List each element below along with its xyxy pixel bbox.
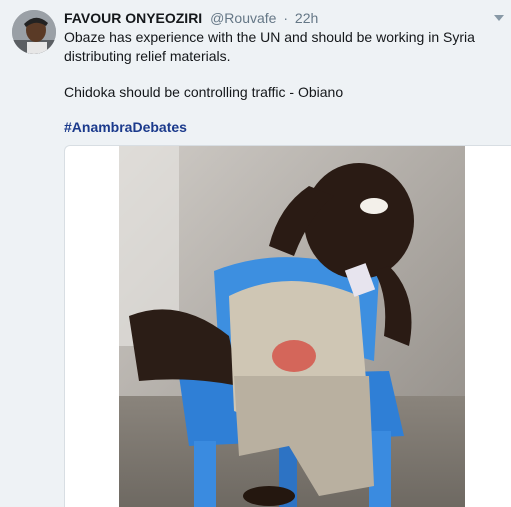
- tweet-photo[interactable]: [119, 146, 465, 507]
- tweet-text-line1: Obaze has experience with the UN and sho…: [64, 29, 475, 64]
- tweet-text-line2: Chidoka should be controlling traffic - …: [64, 84, 344, 100]
- chevron-down-icon[interactable]: [494, 15, 504, 21]
- tweet-card[interactable]: FAVOUR ONYEOZIRI @Rouvafe · 22h Obaze ha…: [0, 0, 511, 507]
- timestamp[interactable]: 22h: [295, 10, 318, 26]
- tweet-text: Obaze has experience with the UN and sho…: [64, 28, 504, 102]
- tweet-header: FAVOUR ONYEOZIRI @Rouvafe · 22h: [64, 8, 504, 28]
- separator: ·: [283, 10, 289, 26]
- avatar[interactable]: [12, 10, 56, 54]
- author-handle[interactable]: @Rouvafe: [210, 10, 276, 26]
- media-container[interactable]: [64, 145, 511, 507]
- hashtag-link[interactable]: #AnambraDebates: [64, 118, 187, 137]
- child-on-chair-image: [119, 146, 465, 507]
- author-name[interactable]: FAVOUR ONYEOZIRI: [64, 10, 202, 26]
- avatar-photo: [12, 10, 56, 54]
